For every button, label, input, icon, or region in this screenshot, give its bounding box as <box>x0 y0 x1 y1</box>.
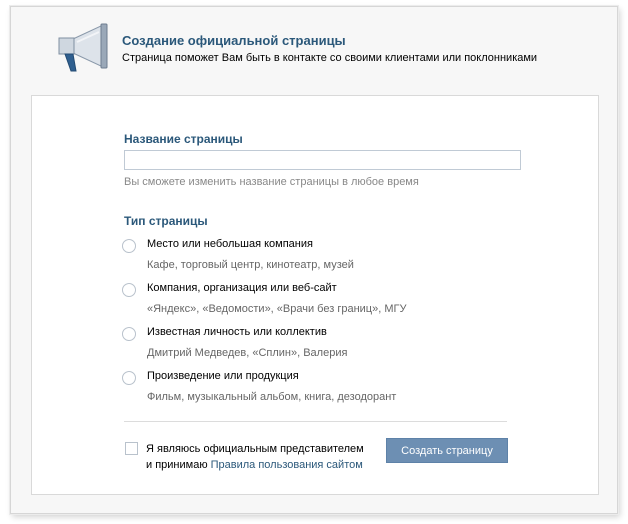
option-label[interactable]: Место или небольшая компания <box>147 238 313 250</box>
option-description: «Яндекс», «Ведомости», «Врачи без границ… <box>147 303 407 315</box>
radio-button[interactable] <box>122 327 136 341</box>
page-type-heading: Тип страницы <box>124 214 208 228</box>
radio-button[interactable] <box>122 371 136 385</box>
page-name-input[interactable] <box>124 150 521 170</box>
agreement-line-1: Я являюсь официальным представителем <box>146 443 364 455</box>
megaphone-icon <box>51 21 115 77</box>
agreement-checkbox[interactable] <box>125 442 138 455</box>
create-page-button[interactable]: Создать страницу <box>386 438 508 463</box>
option-label[interactable]: Компания, организация или веб-сайт <box>147 282 337 294</box>
create-page-form: Название страницы Вы сможете изменить на… <box>31 95 599 495</box>
agreement-text: Я являюсь официальным представителем и п… <box>146 441 364 473</box>
terms-link[interactable]: Правила пользования сайтом <box>211 459 363 471</box>
page-title: Создание официальной страницы <box>122 33 346 48</box>
radio-button[interactable] <box>122 283 136 297</box>
option-description: Фильм, музыкальный альбом, книга, дезодо… <box>147 391 397 403</box>
option-label[interactable]: Произведение или продукция <box>147 370 299 382</box>
window-frame: Создание официальной страницы Страница п… <box>10 6 618 514</box>
option-description: Кафе, торговый центр, кинотеатр, музей <box>147 259 354 271</box>
page-name-hint: Вы сможете изменить название страницы в … <box>124 176 419 188</box>
agreement-line-2: и принимаю <box>146 459 211 471</box>
option-description: Дмитрий Медведев, «Сплин», Валерия <box>147 347 348 359</box>
page-subtitle: Страница поможет Вам быть в контакте со … <box>122 52 538 64</box>
radio-button[interactable] <box>122 239 136 253</box>
option-label[interactable]: Известная личность или коллектив <box>147 326 327 338</box>
divider <box>124 421 507 422</box>
page-name-heading: Название страницы <box>124 132 243 146</box>
